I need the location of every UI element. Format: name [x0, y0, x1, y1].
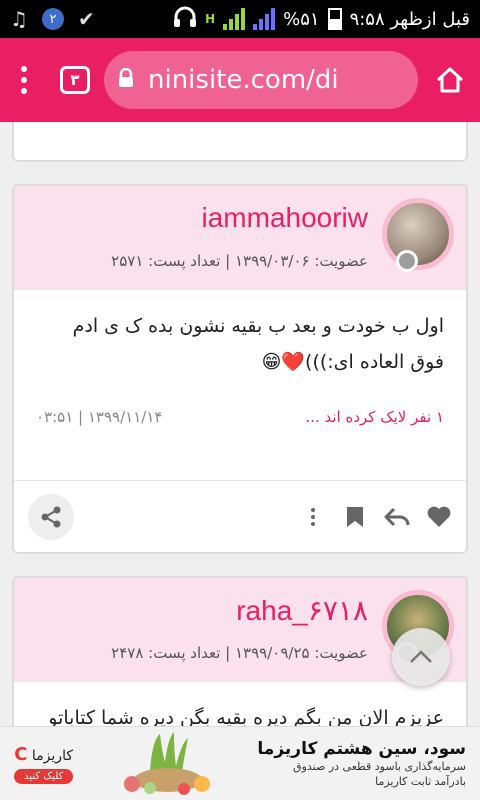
post-meta: عضویت: ۱۳۹۹/۰۳/۰۶ | تعداد پست: ۲۵۷۱	[111, 252, 368, 270]
url-bar[interactable]: ninisite.com/di	[104, 51, 418, 109]
browser-toolbar: ۳ ninisite.com/di	[0, 38, 480, 122]
post-action-group	[300, 504, 452, 530]
post-actions	[14, 480, 466, 552]
post-username[interactable]: iammahooriw	[202, 202, 369, 234]
headset-icon	[173, 6, 197, 33]
post-body-line: اول ب خودت و بعد ب بقیه نشون بده ک ی ادم	[72, 315, 444, 337]
reply-icon[interactable]	[384, 504, 410, 530]
chevron-up-icon	[410, 650, 432, 663]
post-card: iammahooriw عضویت: ۱۳۹۹/۰۳/۰۶ | تعداد پس…	[12, 184, 468, 554]
post-username[interactable]: raha_۶۷۱۸	[236, 594, 368, 627]
clock: ۹:۵۸ قبل ازظهر	[349, 8, 470, 30]
tab-switcher-button[interactable]: ۳	[60, 66, 90, 94]
status-bar: ♫ ۲ ✔ H %۵۱ ۹:۵۸ قبل ازظهر	[0, 0, 480, 38]
post-body: اول ب خودت و بعد ب بقیه نشون بده ک ی ادم…	[14, 290, 466, 380]
ad-logo: C کاریزما کلیک کنید	[14, 743, 74, 784]
network-type-label: H	[205, 12, 216, 26]
signal-2-icon	[253, 8, 276, 30]
bookmark-icon[interactable]	[342, 504, 368, 530]
post-header: iammahooriw عضویت: ۱۳۹۹/۰۳/۰۶ | تعداد پس…	[14, 186, 466, 290]
like-heart-icon[interactable]	[426, 504, 452, 530]
post-meta: عضویت: ۱۳۹۹/۰۹/۲۵ | تعداد پست: ۲۴۷۸	[111, 644, 368, 662]
more-options-icon[interactable]	[300, 504, 326, 530]
previous-post-card	[12, 122, 468, 162]
lock-icon	[118, 67, 134, 92]
menu-icon[interactable]	[12, 60, 36, 100]
ad-banner[interactable]: C کاریزما کلیک کنید سود، سین هشتم کاریزم…	[0, 726, 480, 800]
post-date: ۱۳۹۹/۱۱/۱۴ | ۰۳:۵۱	[36, 408, 163, 426]
music-icon: ♫	[10, 7, 28, 31]
download-done-icon: ✔	[77, 7, 95, 31]
scroll-to-top-button[interactable]	[392, 628, 450, 686]
ad-text: سود، سین هشتم کاریزما سرمایه‌گذاری باسود…	[257, 739, 466, 789]
status-left: ♫ ۲ ✔	[10, 7, 95, 31]
battery-percent: %۵۱	[283, 8, 320, 30]
ad-subtitle: سرمایه‌گذاری باسود قطعی در صندوق	[293, 759, 466, 773]
post-body-line: عزیزم الان من بگم دیره بقیه بگن دیره شما…	[48, 707, 444, 726]
online-status-dot	[396, 250, 418, 272]
notification-badge: ۲	[41, 8, 64, 30]
share-icon[interactable]	[28, 493, 74, 540]
status-right: H %۵۱ ۹:۵۸ قبل ازظهر	[173, 6, 470, 33]
ad-cta-button[interactable]: کلیک کنید	[14, 768, 74, 784]
ad-title: سود، سین هشتم کاریزما	[257, 738, 466, 759]
signal-icon	[223, 8, 246, 30]
post-body: عزیزم الان من بگم دیره بقیه بگن دیره شما…	[14, 682, 466, 726]
ad-subtitle: بادرآمد ثابت کاریزما	[375, 774, 466, 788]
ad-brand: C کاریزما	[14, 743, 73, 765]
ad-image	[110, 731, 220, 796]
post-footer: ۱ نفر لایک کرده اند ... ۱۳۹۹/۱۱/۱۴ | ۰۳:…	[14, 408, 466, 426]
home-icon[interactable]	[432, 62, 468, 98]
avatar[interactable]	[382, 198, 454, 270]
likes-link[interactable]: ۱ نفر لایک کرده اند ...	[305, 408, 444, 426]
battery-icon	[327, 8, 342, 30]
url-text: ninisite.com/di	[148, 65, 339, 95]
post-body-line: فوق العاده ای:)))❤️😁	[261, 351, 444, 373]
